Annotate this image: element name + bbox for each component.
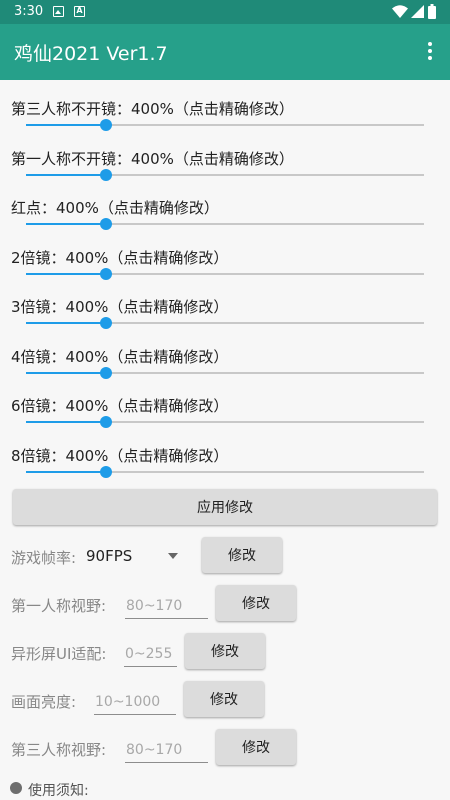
slider-row-6x-scope: 6倍镜：400%（点击精确修改） [0, 377, 450, 428]
slider-label[interactable]: 3倍镜：400%（点击精确修改） [11, 296, 228, 317]
slider-row-4x-scope: 4倍镜：400%（点击精确修改） [0, 328, 450, 379]
slider-track[interactable] [26, 268, 424, 280]
slider-row-2x-scope: 2倍镜：400%（点击精确修改） [0, 229, 450, 280]
a-icon: A [74, 6, 85, 17]
notch-ui-input[interactable]: 0~255 [124, 641, 177, 667]
slider-track[interactable] [26, 317, 424, 329]
main-content: 第三人称不开镜：400%（点击精确修改） 第一人称不开镜：400%（点击精确修改… [0, 80, 450, 800]
third-person-fov-modify-button[interactable]: 修改 [216, 729, 296, 765]
brightness-input[interactable]: 10~1000 [94, 689, 176, 715]
first-person-fov-label: 第一人称视野: [11, 597, 107, 615]
third-person-fov-row: 第三人称视野: 80~170 修改 [0, 729, 450, 769]
slider-label[interactable]: 红点：400%（点击精确修改） [11, 197, 219, 218]
slider-row-red-dot: 红点：400%（点击精确修改） [0, 179, 450, 230]
first-person-fov-input[interactable]: 80~170 [125, 593, 208, 619]
slider-row-3x-scope: 3倍镜：400%（点击精确修改） [0, 278, 450, 329]
slider-fill [26, 273, 106, 275]
notch-ui-row: 异形屏UI适配: 0~255 修改 [0, 633, 450, 673]
slider-label[interactable]: 第一人称不开镜：400%（点击精确修改） [11, 148, 294, 169]
wifi-icon [392, 5, 408, 18]
fps-row: 游戏帧率: 90FPS 修改 [0, 537, 450, 577]
fps-modify-button[interactable]: 修改 [202, 537, 282, 573]
app-bar: 鸡仙2021 Ver1.7 [0, 24, 450, 80]
slider-thumb[interactable] [99, 466, 112, 478]
slider-label[interactable]: 8倍镜：400%（点击精确修改） [11, 445, 228, 466]
first-person-fov-modify-button[interactable]: 修改 [216, 585, 296, 621]
slider-label[interactable]: 6倍镜：400%（点击精确修改） [11, 395, 228, 416]
radio-dot-icon[interactable] [10, 782, 22, 794]
slider-label[interactable]: 2倍镜：400%（点击精确修改） [11, 247, 228, 268]
more-vert-icon[interactable] [426, 42, 434, 62]
third-person-fov-input[interactable]: 80~170 [125, 737, 208, 763]
slider-fill [26, 372, 106, 374]
slider-track[interactable] [26, 119, 424, 131]
fps-label: 游戏帧率: [11, 549, 77, 567]
slider-track[interactable] [26, 416, 424, 428]
slider-row-third-person-unscoped: 第三人称不开镜：400%（点击精确修改） [0, 80, 450, 131]
slider-fill [26, 471, 106, 473]
slider-label[interactable]: 4倍镜：400%（点击精确修改） [11, 346, 228, 367]
first-person-fov-row: 第一人称视野: 80~170 修改 [0, 585, 450, 625]
notch-ui-label: 异形屏UI适配: [11, 645, 107, 663]
slider-fill [26, 322, 106, 324]
brightness-modify-button[interactable]: 修改 [184, 681, 264, 717]
slider-row-8x-scope: 8倍镜：400%（点击精确修改） [0, 427, 450, 478]
brightness-row: 画面亮度: 10~1000 修改 [0, 681, 450, 721]
image-icon [53, 6, 64, 17]
fps-select[interactable]: 90FPS [86, 547, 132, 565]
apply-changes-button[interactable]: 应用修改 [13, 489, 437, 525]
slider-fill [26, 223, 106, 225]
app-title: 鸡仙2021 Ver1.7 [14, 43, 168, 65]
usage-notice-label: 使用须知: [28, 783, 89, 799]
slider-fill [26, 421, 106, 423]
brightness-label: 画面亮度: [11, 693, 77, 711]
slider-track[interactable] [26, 169, 424, 181]
signal-icon [411, 5, 424, 18]
slider-label[interactable]: 第三人称不开镜：400%（点击精确修改） [11, 98, 294, 119]
notch-ui-modify-button[interactable]: 修改 [185, 633, 265, 669]
dropdown-arrow-icon[interactable] [168, 553, 178, 559]
slider-track[interactable] [26, 367, 424, 379]
status-time: 3:30 [14, 4, 44, 19]
slider-track[interactable] [26, 218, 424, 230]
slider-track[interactable] [26, 466, 424, 478]
status-bar: 3:30 A [0, 0, 450, 24]
slider-fill [26, 124, 106, 126]
slider-row-first-person-unscoped: 第一人称不开镜：400%（点击精确修改） [0, 130, 450, 181]
third-person-fov-label: 第三人称视野: [11, 741, 107, 759]
battery-icon [428, 4, 436, 19]
slider-fill [26, 174, 106, 176]
